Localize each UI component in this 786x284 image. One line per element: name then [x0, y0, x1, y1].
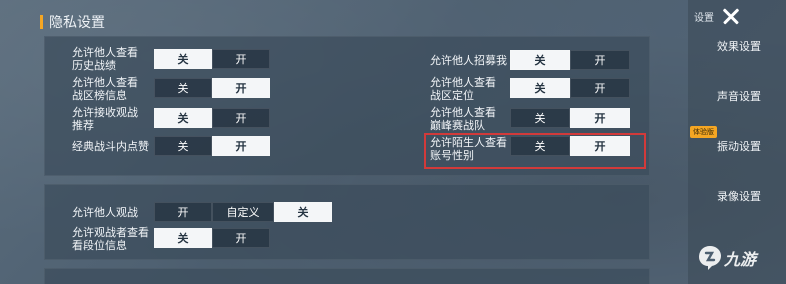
watermark-logo-icon: [699, 246, 721, 270]
setting-row-spectator-rank: 允许观战者查看 看段位信息: [72, 224, 149, 254]
setting-row-team: 允许他人查看 巅峰赛战队: [430, 104, 496, 134]
option-on[interactable]: 开: [154, 202, 212, 222]
toggle-like: 关 开: [154, 136, 270, 156]
toggle-on[interactable]: 开: [212, 78, 270, 98]
watermark-text: 九游: [724, 250, 757, 269]
watermark: 九游: [698, 238, 756, 278]
toggle-recruit: 关 开: [510, 50, 630, 70]
toggle-on[interactable]: 开: [570, 50, 630, 70]
option-off[interactable]: 关: [274, 202, 332, 222]
setting-label: 允许他人查看 战区榜信息: [72, 76, 138, 102]
setting-label: 允许他人查看 战区定位: [430, 76, 496, 102]
toggle-spectate: 开 自定义 关: [154, 202, 332, 222]
setting-label: 允许观战者查看 看段位信息: [72, 226, 149, 252]
setting-row-spectate-recommend: 允许接收观战 推荐: [72, 104, 138, 134]
toggle-off[interactable]: 关: [154, 108, 212, 128]
setting-row-rank: 允许他人查看 战区榜信息: [72, 74, 138, 104]
setting-label: 经典战斗内点赞: [72, 139, 149, 153]
toggle-off[interactable]: 关: [154, 228, 212, 248]
section-title: 隐私设置: [49, 15, 105, 31]
option-custom[interactable]: 自定义: [212, 202, 274, 222]
toggle-on[interactable]: 开: [570, 78, 630, 98]
toggle-spectator-rank: 关 开: [154, 228, 270, 248]
privacy-panel-next: [44, 268, 650, 284]
setting-label: 允许他人查看 历史战绩: [72, 46, 138, 72]
toggle-on[interactable]: 开: [212, 108, 270, 128]
sidebar-item-recording[interactable]: 录像设置: [692, 174, 786, 218]
toggle-location: 关 开: [510, 78, 630, 98]
toggle-off[interactable]: 关: [154, 136, 212, 156]
toggle-on[interactable]: 开: [212, 228, 270, 248]
toggle-history: 关 开: [154, 49, 270, 69]
setting-row-like: 经典战斗内点赞: [72, 136, 149, 156]
sidebar-item-effects[interactable]: 效果设置: [692, 24, 786, 68]
setting-label: 允许他人查看 巅峰赛战队: [430, 106, 496, 132]
setting-label: 允许接收观战 推荐: [72, 106, 138, 132]
sidebar-item-sound[interactable]: 声音设置: [692, 74, 786, 118]
sidebar-title: 设置: [694, 12, 714, 24]
section-header: 隐私设置: [40, 12, 105, 32]
toggle-on[interactable]: 开: [212, 136, 270, 156]
toggle-off[interactable]: 关: [154, 49, 212, 69]
highlight-annotation-box: [424, 133, 646, 169]
setting-label: 允许他人招募我: [430, 53, 507, 67]
toggle-rank: 关 开: [154, 78, 270, 98]
sidebar-item-vibration[interactable]: 振动设置: [692, 124, 786, 168]
section-accent-bar: [40, 15, 43, 29]
setting-row-history: 允许他人查看 历史战绩: [72, 44, 138, 74]
toggle-off[interactable]: 关: [154, 78, 212, 98]
setting-row-spectate: 允许他人观战: [72, 202, 138, 222]
setting-row-recruit: 允许他人招募我: [430, 50, 507, 70]
setting-label: 允许他人观战: [72, 205, 138, 219]
toggle-on[interactable]: 开: [212, 49, 270, 69]
setting-row-location: 允许他人查看 战区定位: [430, 74, 496, 104]
toggle-off[interactable]: 关: [510, 108, 570, 128]
toggle-off[interactable]: 关: [510, 50, 570, 70]
toggle-on[interactable]: 开: [570, 108, 630, 128]
toggle-off[interactable]: 关: [510, 78, 570, 98]
toggle-team: 关 开: [510, 108, 630, 128]
toggle-spectate-recommend: 关 开: [154, 108, 270, 128]
